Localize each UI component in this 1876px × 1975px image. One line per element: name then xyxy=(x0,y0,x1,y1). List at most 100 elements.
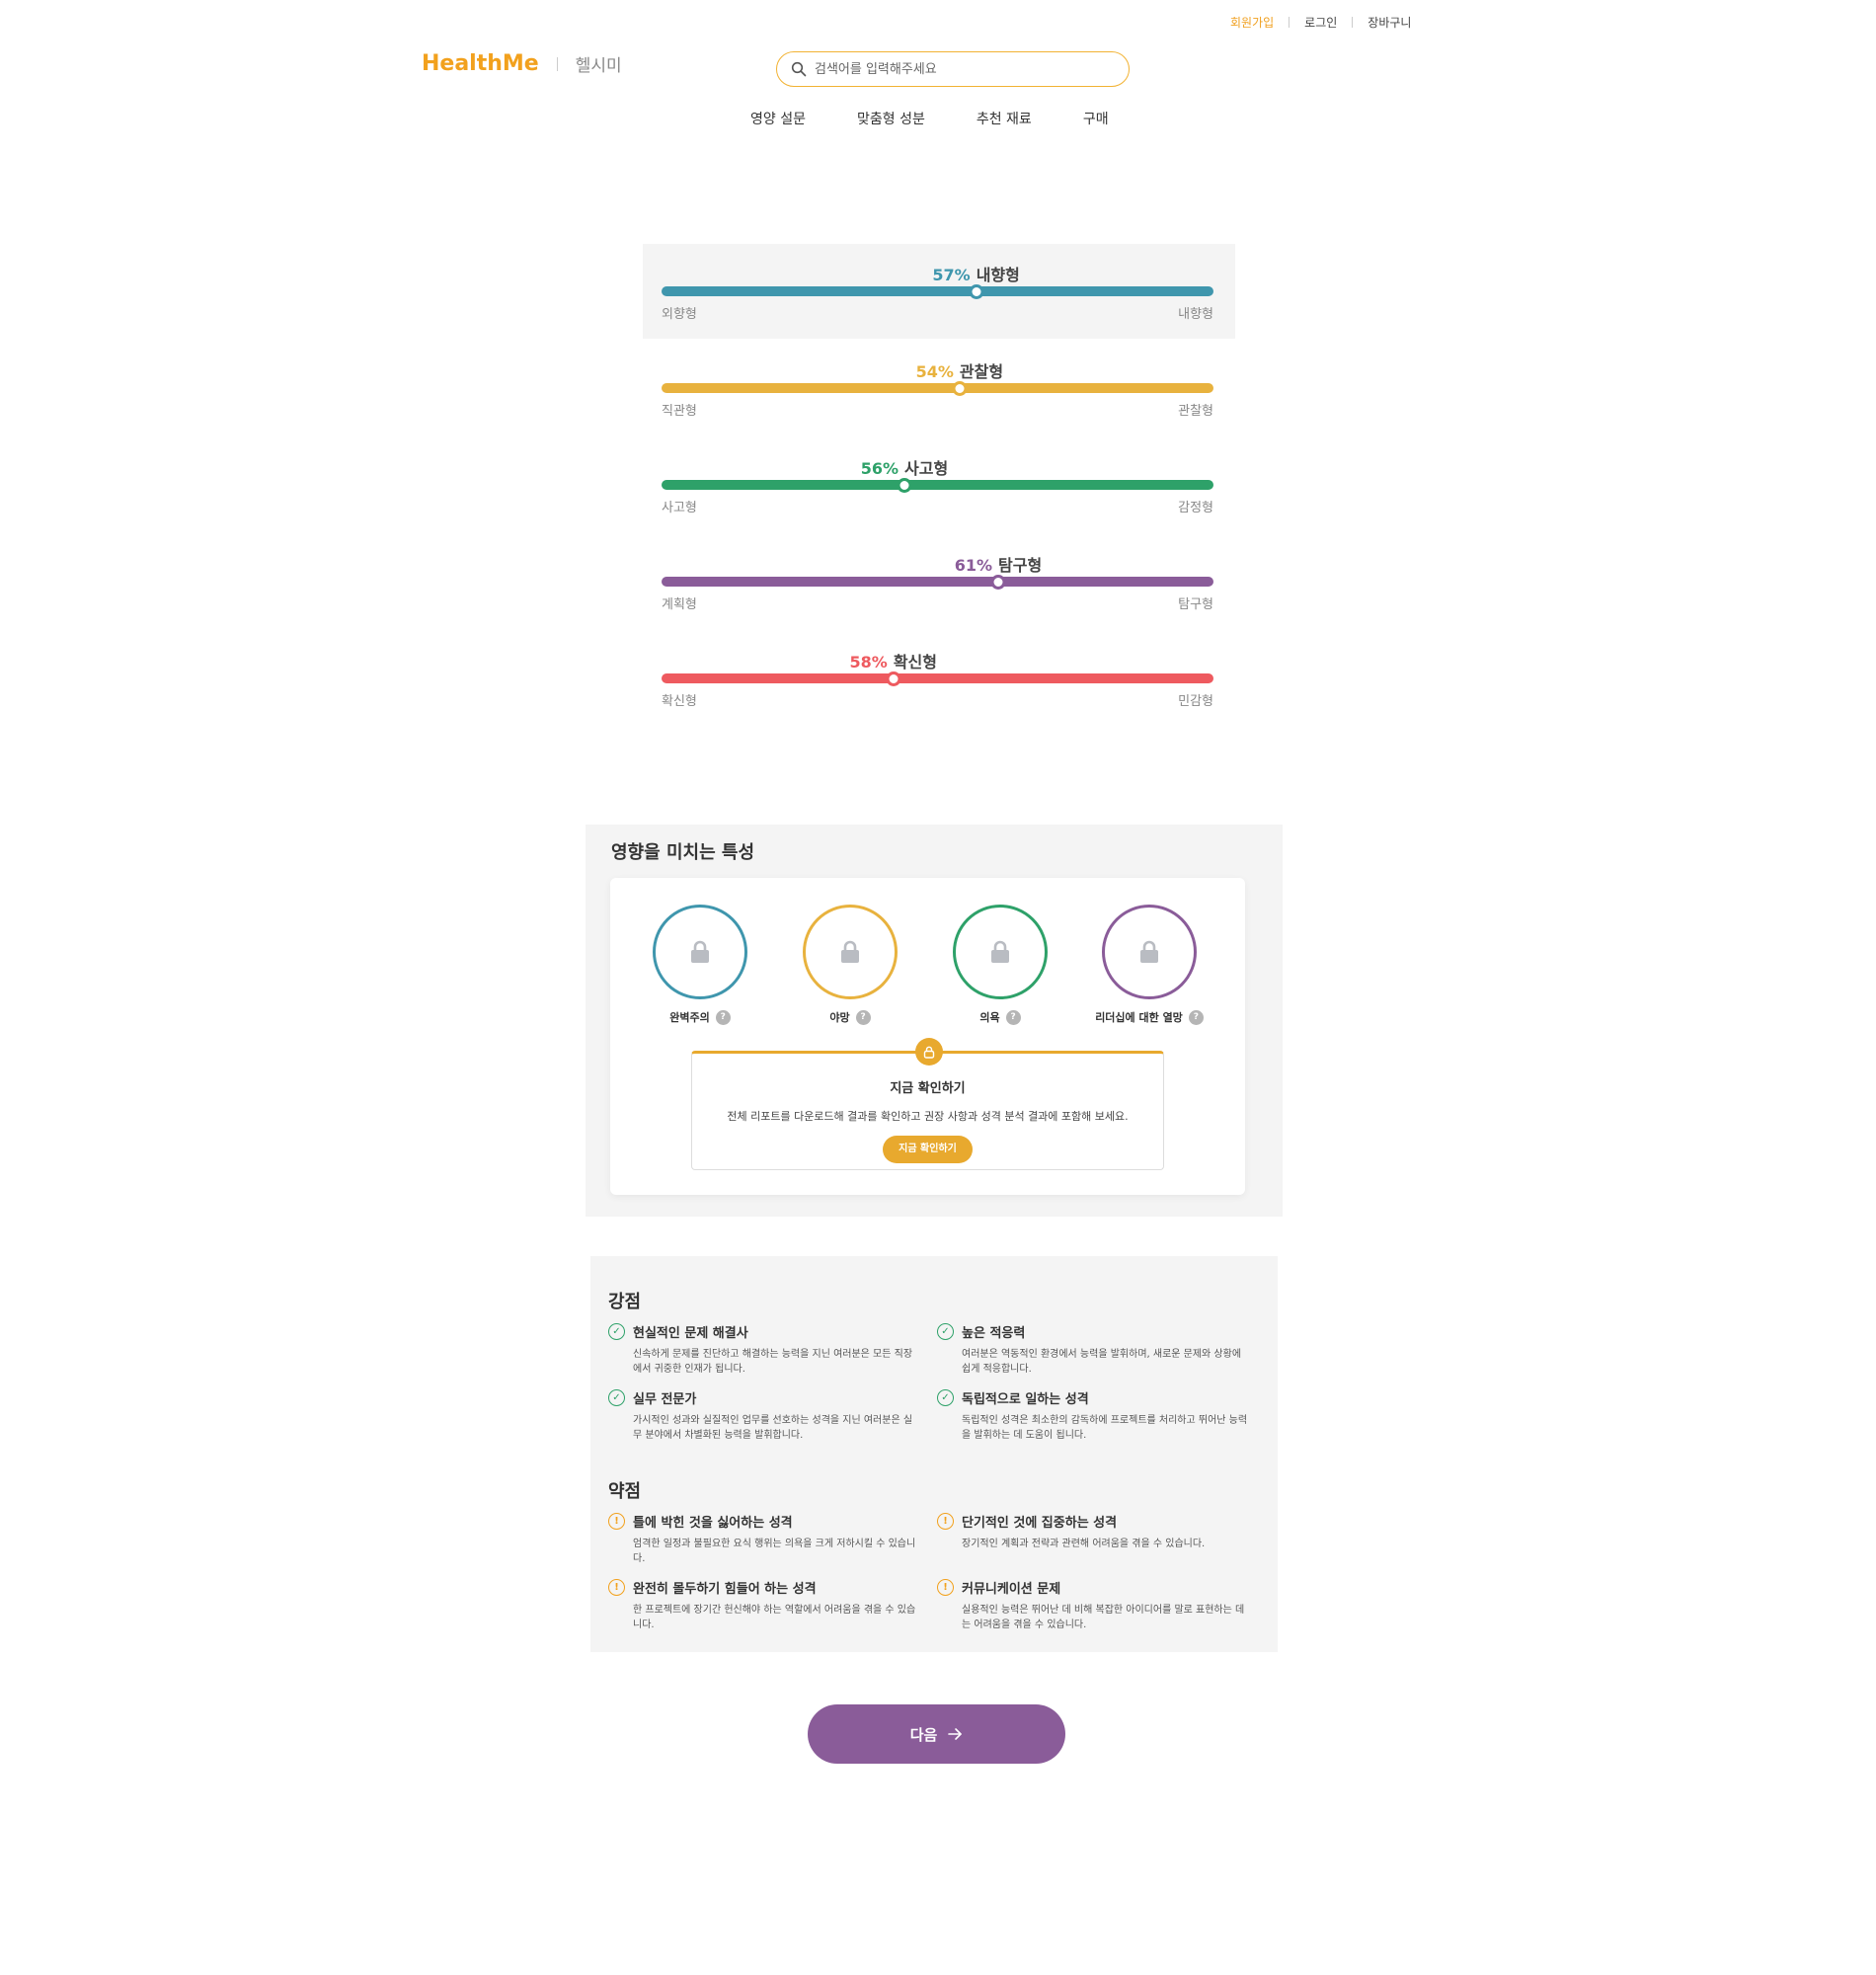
trait-circle-label: 야망? xyxy=(786,1009,914,1025)
locked-trait-circle[interactable] xyxy=(953,905,1048,999)
brand-name-kr: 헬시미 xyxy=(575,56,622,76)
item-description: 실용적인 능력은 뛰어난 데 비해 복잡한 아이디어를 말로 표현하는 데는 어… xyxy=(962,1605,1245,1630)
brand-name: HealthMe xyxy=(422,51,539,76)
signup-link[interactable]: 회원가입 xyxy=(1230,14,1274,31)
influencing-card: 완벽주의? 야망? 의욕? 리더십에 대한 열망? 지금 확인하기 전체 리포트를 다… xyxy=(610,878,1245,1195)
check-icon: ✓ xyxy=(937,1323,954,1340)
lock-icon xyxy=(915,1038,943,1066)
trait-result-label: 56% 사고형 xyxy=(861,455,948,479)
trait-name: 탐구형 xyxy=(998,556,1043,575)
next-button-label: 다음 xyxy=(909,1725,938,1744)
trait-left-label: 확신형 xyxy=(662,694,697,709)
list-item: ✓ 독립적으로 일하는 성격 독립적인 성격은 최소한의 감독하에 프로젝트를 처리… xyxy=(937,1388,1247,1443)
trait-knob xyxy=(952,381,968,396)
trait-right-label: 감정형 xyxy=(1178,501,1213,515)
section-title: 영향을 미치는 특성 xyxy=(611,842,755,863)
trait-track xyxy=(662,286,1213,296)
unlock-description: 전체 리포트를 다운로드해 결과를 확인하고 권장 사항과 성격 분석 결과에 … xyxy=(727,1110,1129,1123)
nav-item-purchase[interactable]: 구매 xyxy=(1083,109,1109,128)
influencing-traits-section: 영향을 미치는 특성 완벽주의? 야망? 의욕? 리더십에 대한 열망? 지금 확인하… xyxy=(586,825,1283,1217)
trait-track xyxy=(662,480,1213,490)
trait-knob xyxy=(969,284,984,299)
lock-icon xyxy=(841,940,859,963)
trait-circle-name: 완벽주의 xyxy=(669,1011,710,1024)
trait-knob xyxy=(897,478,912,493)
check-icon: ✓ xyxy=(608,1389,625,1406)
utility-links: 회원가입 로그인 장바구니 xyxy=(1230,14,1411,31)
nav-item-materials[interactable]: 추천 재료 xyxy=(977,109,1032,128)
trait-circle-label: 리더십에 대한 열망? xyxy=(1085,1009,1213,1025)
arrow-right-icon xyxy=(948,1728,963,1740)
trait-result-label: 57% 내향형 xyxy=(932,262,1019,285)
locked-trait-circle[interactable] xyxy=(1102,905,1197,999)
trait-right-label: 민감형 xyxy=(1178,694,1213,709)
divider xyxy=(1352,17,1354,28)
trait-right-label: 탐구형 xyxy=(1178,597,1213,612)
list-item: ✓ 실무 전문가 가시적인 성과와 실질적인 업무를 선호하는 성격을 지닌 여러분… xyxy=(608,1388,914,1443)
trait-left-label: 외향형 xyxy=(662,307,697,322)
trait-percent: 61% xyxy=(954,556,993,575)
item-description: 여러분은 역동적인 환경에서 능력을 발휘하며, 새로운 문제와 상황에 쉽게 … xyxy=(962,1349,1242,1375)
cart-link[interactable]: 장바구니 xyxy=(1368,14,1411,31)
item-title: 틀에 박힌 것을 싫어하는 성격 xyxy=(633,1516,793,1531)
divider xyxy=(1289,17,1290,28)
trait-bar: 54% 관찰형직관형 관찰형 xyxy=(662,358,1213,419)
trait-bar: 61% 탐구형 계획형 탐구형 xyxy=(662,552,1213,612)
nav-item-survey[interactable]: 영양 설문 xyxy=(750,109,806,128)
help-icon[interactable]: ? xyxy=(1005,1009,1021,1025)
item-description: 한 프로젝트에 장기간 헌신해야 하는 역할에서 어려움을 겪을 수 있습니다. xyxy=(633,1605,916,1630)
trait-left-label: 계획형 xyxy=(662,597,697,612)
item-description: 신속하게 문제를 진단하고 해결하는 능력을 지닌 여러분은 모든 직장에서 귀… xyxy=(633,1349,913,1375)
check-icon: ✓ xyxy=(608,1323,625,1340)
trait-result-label: 61% 탐구형 xyxy=(955,552,1042,576)
list-item: ✓ 현실적인 문제 해결사 신속하게 문제를 진단하고 해결하는 능력을 지닌 여러… xyxy=(608,1322,914,1377)
unlock-panel: 지금 확인하기 전체 리포트를 다운로드해 결과를 확인하고 권장 사항과 성격… xyxy=(691,1038,1164,1170)
search-input[interactable] xyxy=(815,61,1101,77)
item-title: 커뮤니케이션 문제 xyxy=(962,1582,1061,1597)
trait-result-label: 54% 관찰형 xyxy=(916,358,1003,382)
item-title: 단기적인 것에 집중하는 성격 xyxy=(962,1516,1118,1531)
list-item: ! 단기적인 것에 집중하는 성격 장기적인 계획과 전략과 관련해 어려움을 겪을… xyxy=(937,1512,1243,1551)
warning-icon: ! xyxy=(608,1579,625,1596)
locked-trait-circle[interactable] xyxy=(653,905,747,999)
logo[interactable]: HealthMe 헬시미 xyxy=(422,51,622,76)
trait-circle-label: 완벽주의? xyxy=(636,1009,764,1025)
warning-icon: ! xyxy=(937,1513,954,1530)
trait-circle-item: 완벽주의? xyxy=(636,905,764,1025)
help-icon[interactable]: ? xyxy=(715,1009,731,1025)
search-box xyxy=(776,51,1130,87)
trait-left-label: 사고형 xyxy=(662,501,697,515)
trait-track xyxy=(662,383,1213,393)
trait-percent: 58% xyxy=(849,653,888,672)
trait-name: 확신형 xyxy=(893,653,937,672)
item-description: 엄격한 일정과 불필요한 요식 행위는 의욕을 크게 저하시킬 수 있습니다. xyxy=(633,1539,916,1564)
trait-bar: 57% 내향형외향형 내향형 xyxy=(662,262,1213,322)
item-description: 독립적인 성격은 최소한의 감독하에 프로젝트를 처리하고 뛰어난 능력을 발휘… xyxy=(962,1415,1248,1441)
trait-percent: 54% xyxy=(915,362,954,381)
warning-icon: ! xyxy=(937,1579,954,1596)
divider xyxy=(556,56,558,71)
trait-right-label: 내향형 xyxy=(1178,307,1213,322)
trait-circle-name: 리더십에 대한 열망 xyxy=(1095,1011,1183,1024)
help-icon[interactable]: ? xyxy=(855,1009,871,1025)
trait-name: 관찰형 xyxy=(959,362,1004,381)
trait-circle-name: 의욕 xyxy=(979,1011,1000,1024)
check-icon: ✓ xyxy=(937,1389,954,1406)
trait-track xyxy=(662,577,1213,587)
locked-trait-circle[interactable] xyxy=(803,905,898,999)
next-button[interactable]: 다음 xyxy=(808,1704,1065,1764)
trait-left-label: 직관형 xyxy=(662,404,697,419)
trait-circle-item: 의욕? xyxy=(936,905,1064,1025)
trait-circle-name: 야망 xyxy=(829,1011,850,1024)
trait-circle-label: 의욕? xyxy=(936,1009,1064,1025)
search-icon xyxy=(791,61,807,77)
trait-percent: 56% xyxy=(860,459,899,478)
item-title: 완전히 몰두하기 힘들어 하는 성격 xyxy=(633,1582,817,1597)
help-icon[interactable]: ? xyxy=(1188,1009,1204,1025)
login-link[interactable]: 로그인 xyxy=(1304,14,1337,31)
nav-item-ingredients[interactable]: 맞춤형 성분 xyxy=(857,109,925,128)
trait-track xyxy=(662,673,1213,683)
trait-name: 사고형 xyxy=(904,459,949,478)
trait-circle-item: 야망? xyxy=(786,905,914,1025)
unlock-button[interactable]: 지금 확인하기 xyxy=(883,1136,973,1163)
